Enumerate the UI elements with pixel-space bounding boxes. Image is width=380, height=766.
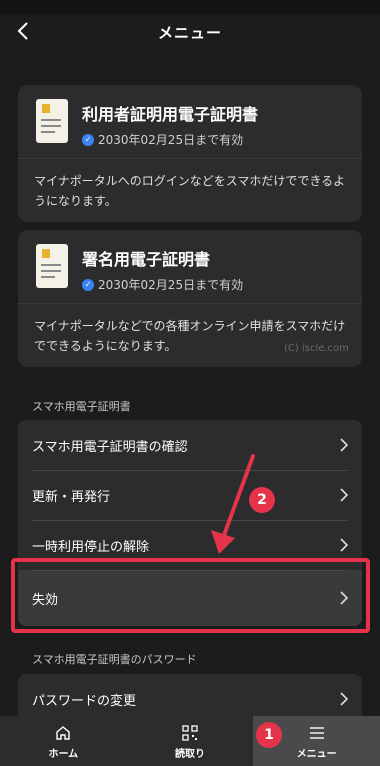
header: メニュー [0,14,380,50]
chevron-left-icon [17,22,28,40]
watermark: (C) iscle.com [284,343,349,354]
card-title: 署名用電子証明書 [82,250,211,269]
chevron-right-icon [340,438,348,452]
step-badge-1: 1 [256,722,282,748]
validity-text: 2030年02月25日まで有効 [98,133,244,147]
page-title: メニュー [157,23,222,42]
hamburger-menu-icon [309,726,324,739]
verified-check-icon: ✓ [82,278,94,291]
menu-item-check-cert[interactable]: スマホ用電子証明書の確認 [18,420,362,470]
verified-check-icon: ✓ [82,133,94,146]
certificate-icon [36,99,68,143]
menu-item-label: パスワードの変更 [32,693,137,709]
section-label: スマホ用電子証明書のパスワード [32,653,197,666]
section-label: スマホ用電子証明書 [32,400,131,413]
tab-label: メニュー [296,748,337,760]
card-description: マイナポータルへのログインなどをスマホだけでできるようになります。 [34,174,346,208]
menu-item-label: 更新・再発行 [32,489,111,505]
tab-home[interactable]: ホーム [0,716,127,766]
card-title: 利用者証明用電子証明書 [82,105,259,124]
certificate-icon [36,244,68,288]
tab-scan[interactable]: 読取り [127,716,254,766]
menu-item-label: 一時利用停止の解除 [32,539,150,555]
cert-card-user[interactable]: 利用者証明用電子証明書 ✓ 2030年02月25日まで有効 マイナポータルへのロ… [18,85,362,222]
menu-item-label: スマホ用電子証明書の確認 [32,439,188,455]
tab-bar: ホーム 読取り メニュー [0,716,380,766]
validity-text: 2030年02月25日まで有効 [98,278,244,292]
highlight-box [11,558,370,633]
chevron-right-icon [340,488,348,502]
chevron-right-icon [340,692,348,706]
tab-label: 読取り [175,748,205,760]
menu-item-renew[interactable]: 更新・再発行 [18,470,362,520]
step-badge-2: 2 [249,487,275,513]
tab-label: ホーム [48,748,79,760]
qr-code-icon [182,724,198,741]
chevron-right-icon [340,538,348,552]
back-button[interactable] [10,18,36,44]
home-icon [56,725,71,740]
status-bar [0,0,380,14]
